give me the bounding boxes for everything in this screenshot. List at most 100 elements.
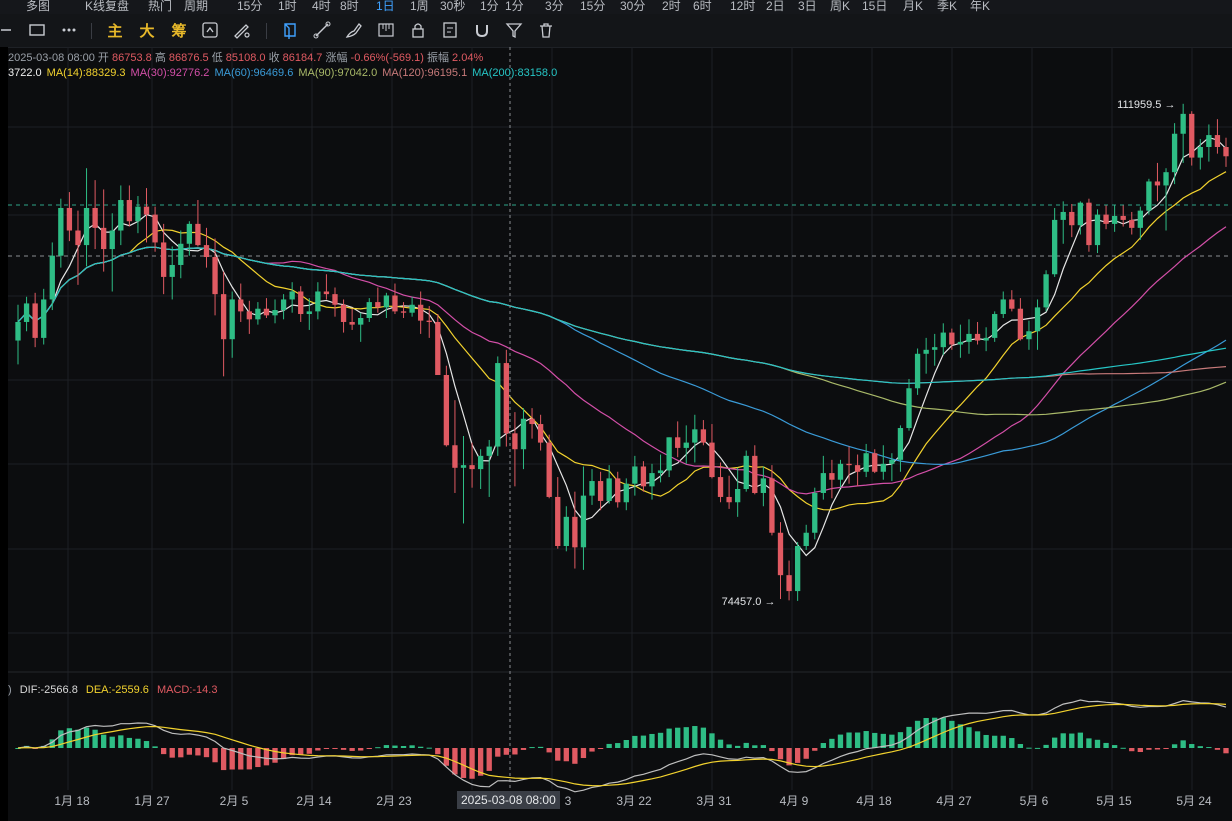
ma-line-ma90 [17, 246, 1227, 416]
macd-bar [563, 748, 569, 762]
macd-bar [812, 748, 818, 751]
candle [15, 304, 21, 365]
candle [1206, 124, 1212, 162]
low-annotation: 74457.0 → [722, 596, 776, 608]
candle [332, 287, 338, 317]
macd-bar [1009, 738, 1015, 748]
candle [769, 465, 775, 536]
macd-bar [1180, 740, 1186, 748]
candle [101, 189, 107, 272]
ma-legend-item-5: MA(120):96195.1 [382, 67, 468, 79]
macd-bar [1069, 733, 1075, 748]
candle [735, 467, 741, 517]
macd-bar [623, 739, 629, 748]
candle-body [109, 230, 115, 250]
candle-body [940, 332, 946, 348]
candle [1086, 198, 1092, 252]
macd-bar [383, 745, 390, 748]
candle-body [1000, 299, 1006, 315]
macd-bar [435, 748, 441, 755]
candle-body [1077, 202, 1084, 226]
macd-bar [735, 745, 741, 748]
macd-bar [152, 746, 158, 748]
macd-bar [1026, 747, 1032, 749]
candle [41, 288, 47, 345]
macd-bar [1120, 747, 1126, 749]
candle [238, 283, 244, 322]
candle [786, 560, 792, 601]
macd-bar [683, 727, 689, 748]
x-tick-label: 1月 27 [134, 794, 170, 808]
macd-bar [375, 747, 381, 749]
candle-body [426, 320, 432, 322]
candle [974, 321, 981, 345]
candle-body [1197, 147, 1203, 158]
candle [717, 462, 724, 503]
candle [495, 356, 501, 456]
candle [203, 227, 210, 268]
macd-bar [1197, 746, 1203, 748]
candles [15, 103, 1229, 601]
amplitude-value: 2.04% [452, 52, 484, 64]
candle-body [160, 242, 167, 277]
candle-body [520, 418, 527, 450]
low-label: 低 [211, 52, 223, 64]
macd-bar [555, 748, 561, 761]
candle-body [829, 473, 835, 480]
macd-bar [109, 736, 115, 748]
candle-body [298, 291, 304, 315]
candle [683, 425, 689, 464]
candle-body [880, 463, 886, 472]
candle [666, 437, 672, 478]
candle-body [1026, 331, 1032, 340]
price-chart[interactable]: 111959.5 → 74457.0 → 1月 18 1月 27 2月 5 2月 14 2月… [0, 0, 1232, 821]
candle [383, 292, 390, 318]
macd-bar [443, 748, 450, 766]
macd-bar [400, 745, 407, 748]
candle-body [495, 363, 501, 447]
candle [700, 420, 707, 446]
macd-bar [1129, 748, 1135, 752]
macd-bar [238, 748, 244, 770]
candle [1034, 299, 1041, 350]
macd-bar [358, 748, 364, 751]
candle-body [1223, 147, 1229, 157]
macd-legend-paren: ) [8, 684, 12, 696]
candle [1094, 209, 1101, 254]
macd-bar [126, 737, 133, 748]
candle [220, 271, 227, 377]
macd-bar [863, 731, 869, 748]
macd-bar [186, 748, 193, 755]
low-value: 85108.0 [225, 52, 266, 64]
candle-body [186, 223, 193, 244]
macd-bar [923, 718, 929, 748]
candle [109, 213, 115, 292]
candle-body [255, 308, 261, 320]
candle [23, 296, 30, 332]
candle [272, 299, 278, 324]
candle [512, 412, 518, 487]
candle-body [1171, 133, 1178, 173]
candle [1146, 178, 1152, 215]
macd-bar [700, 727, 707, 748]
amplitude-label: 振幅 [426, 52, 449, 64]
x-tick-label: 2月 23 [376, 794, 412, 808]
macd-bar [143, 741, 150, 748]
candle [32, 292, 38, 348]
macd-bar [1060, 733, 1066, 748]
ohlc-date: 2025-03-08 08:00 [8, 52, 95, 64]
candle-body [837, 463, 844, 480]
candle [409, 296, 415, 317]
candle-body [846, 463, 852, 466]
candle-body [220, 294, 227, 340]
macd-bar [92, 729, 98, 748]
candle [837, 459, 844, 488]
candle-body [238, 299, 244, 312]
candle-body [1206, 135, 1212, 147]
ma-line-ma200 [17, 246, 1227, 384]
candle-body [118, 200, 124, 231]
candle-body [760, 478, 767, 493]
candle-body [529, 418, 535, 425]
macd-bar [537, 746, 544, 748]
candle [1171, 123, 1178, 185]
